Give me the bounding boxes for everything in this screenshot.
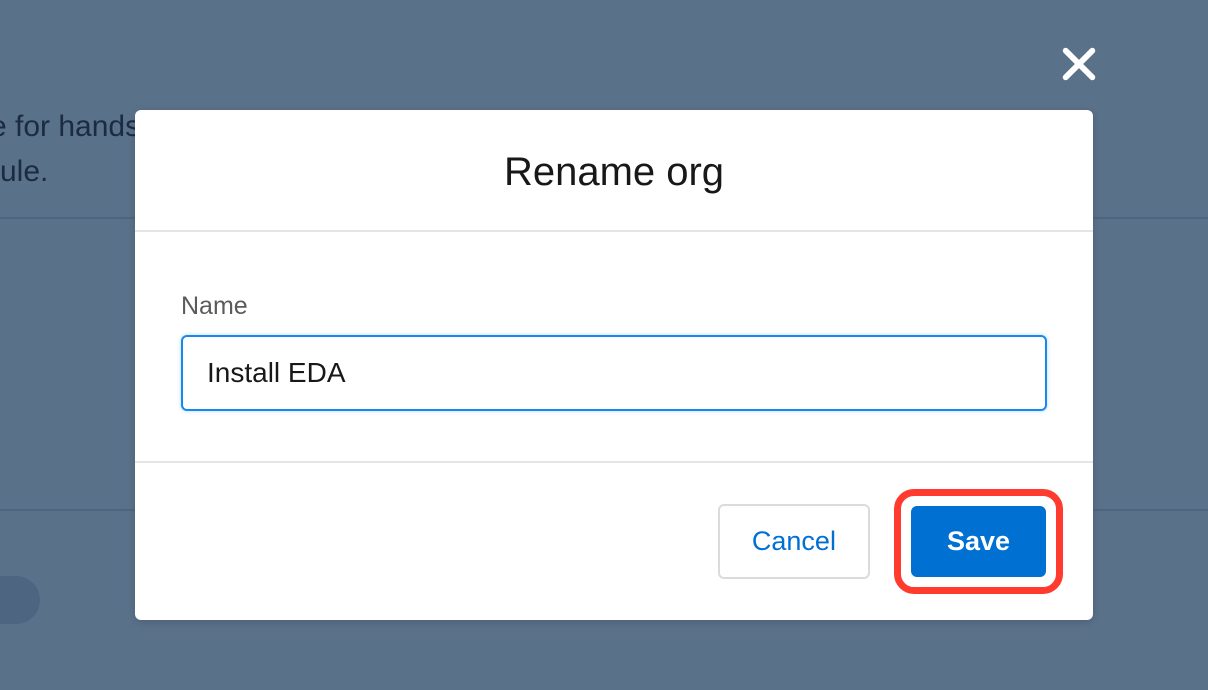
modal-title: Rename org bbox=[135, 150, 1093, 195]
save-button[interactable]: Save bbox=[911, 506, 1046, 577]
cancel-button[interactable]: Cancel bbox=[718, 504, 870, 579]
modal-header: Rename org bbox=[135, 110, 1093, 232]
save-button-highlight: Save bbox=[894, 489, 1063, 594]
modal-footer: Cancel Save bbox=[135, 463, 1093, 620]
close-icon bbox=[1059, 44, 1099, 84]
background-pill bbox=[0, 576, 40, 624]
background-text-fragment: ule. bbox=[0, 155, 48, 189]
name-input[interactable] bbox=[181, 335, 1047, 411]
modal-body: Name bbox=[135, 232, 1093, 463]
name-field-label: Name bbox=[181, 292, 1047, 321]
background-text-fragment: e for hands bbox=[0, 110, 140, 144]
rename-org-modal: Rename org Name Cancel Save bbox=[135, 110, 1093, 620]
close-button[interactable] bbox=[1055, 40, 1103, 88]
